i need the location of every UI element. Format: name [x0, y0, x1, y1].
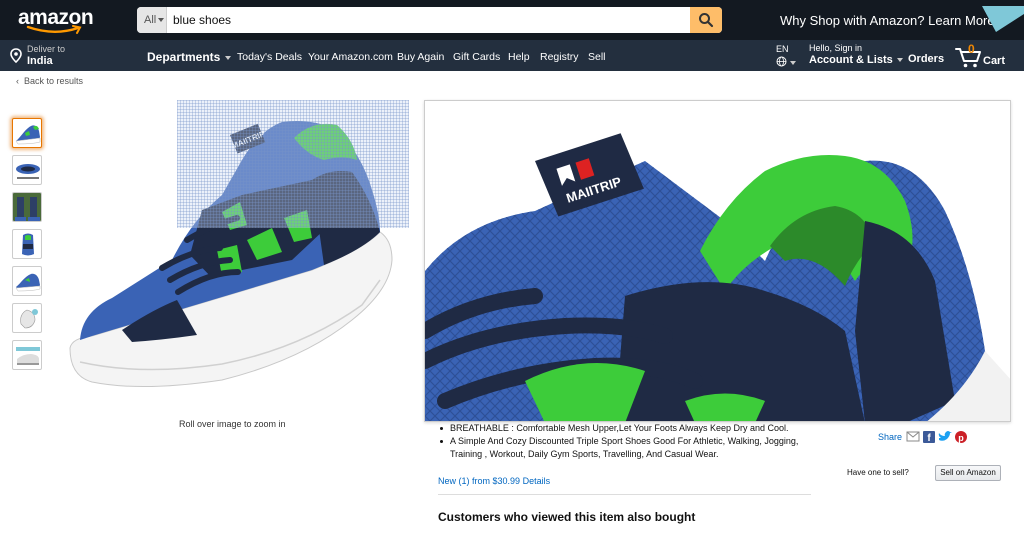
- search-bar: All: [137, 7, 722, 33]
- zoom-viewer: MAIITRIP: [424, 100, 1011, 422]
- nav-link-help[interactable]: Help: [508, 51, 530, 63]
- zoom-hint: Roll over image to zoom in: [179, 419, 286, 429]
- thumbnail-5[interactable]: [12, 266, 42, 296]
- nav-secondary-bar: Deliver to India Departments Today's Dea…: [0, 40, 1024, 71]
- section-divider: [438, 494, 811, 495]
- pinterest-icon[interactable]: p: [955, 431, 967, 443]
- location-pin-icon: [10, 48, 22, 63]
- search-icon: [699, 13, 714, 28]
- thumbnail-7[interactable]: [12, 340, 42, 370]
- departments-menu[interactable]: Departments: [147, 50, 232, 64]
- offer-details-link[interactable]: Details: [523, 476, 551, 486]
- language-selector[interactable]: EN: [776, 44, 796, 67]
- nav-link-registry[interactable]: Registry: [540, 51, 579, 63]
- back-to-results-link[interactable]: ‹ Back to results: [16, 76, 83, 86]
- new-offers-link[interactable]: New (1) from $30.99 Details: [438, 476, 550, 486]
- chevron-down-icon: [225, 55, 232, 60]
- feature-bullet: BREATHABLE : Comfortable Mesh Upper,Let …: [438, 422, 818, 435]
- nav-top-bar: amazon All Why Shop with Amazon? Learn M…: [0, 0, 1024, 40]
- nav-link-todays-deals[interactable]: Today's Deals: [237, 51, 302, 63]
- account-menu[interactable]: Hello, Sign in Account & Lists: [809, 43, 903, 66]
- search-button[interactable]: [690, 7, 722, 33]
- globe-icon: [776, 56, 787, 67]
- promo-ribbon-icon: [982, 6, 1024, 32]
- share-icons: f p: [906, 431, 967, 444]
- also-bought-heading: Customers who viewed this item also boug…: [438, 510, 696, 524]
- promo-link[interactable]: Why Shop with Amazon? Learn More: [780, 13, 995, 28]
- zoom-lens[interactable]: [177, 100, 409, 228]
- twitter-icon[interactable]: [938, 431, 952, 441]
- nav-link-your-amazon[interactable]: Your Amazon.com: [308, 51, 393, 63]
- thumbnail-3[interactable]: [12, 192, 42, 222]
- product-page: amazon All Why Shop with Amazon? Learn M…: [0, 0, 1024, 534]
- search-input[interactable]: [173, 7, 688, 33]
- facebook-icon[interactable]: f: [923, 431, 935, 444]
- chevron-down-icon: [896, 58, 903, 63]
- orders-link[interactable]: Orders: [908, 53, 944, 65]
- sell-question: Have one to sell?: [847, 468, 909, 477]
- thumbnail-6[interactable]: [12, 303, 42, 333]
- feature-bullet: A Simple And Cozy Discounted Triple Spor…: [438, 435, 818, 461]
- thumbnail-2[interactable]: [12, 155, 42, 185]
- nav-link-sell[interactable]: Sell: [588, 51, 606, 63]
- nav-link-gift-cards[interactable]: Gift Cards: [453, 51, 500, 63]
- share-label: Share: [878, 432, 903, 442]
- sell-on-amazon-button[interactable]: Sell on Amazon: [935, 465, 1001, 481]
- offer-price: $30.99: [492, 476, 521, 486]
- smile-arrow-icon: [26, 25, 82, 34]
- feature-bullets: BREATHABLE : Comfortable Mesh Upper,Let …: [438, 422, 818, 461]
- nav-link-buy-again[interactable]: Buy Again: [397, 51, 444, 63]
- mail-icon[interactable]: [906, 431, 920, 442]
- cart-count: 0: [968, 42, 975, 56]
- amazon-logo[interactable]: amazon: [18, 6, 94, 34]
- zoomed-product-image: MAIITRIP: [425, 133, 1010, 421]
- svg-text:p: p: [958, 433, 964, 443]
- chevron-left-icon: ‹: [16, 76, 19, 86]
- chevron-down-icon: [790, 61, 796, 65]
- chevron-down-icon: [158, 18, 164, 22]
- cart-button[interactable]: 0 Cart: [955, 42, 1015, 69]
- search-category-dropdown[interactable]: All: [137, 7, 167, 33]
- thumbnail-1[interactable]: [12, 118, 42, 148]
- thumbnail-4[interactable]: [12, 229, 42, 259]
